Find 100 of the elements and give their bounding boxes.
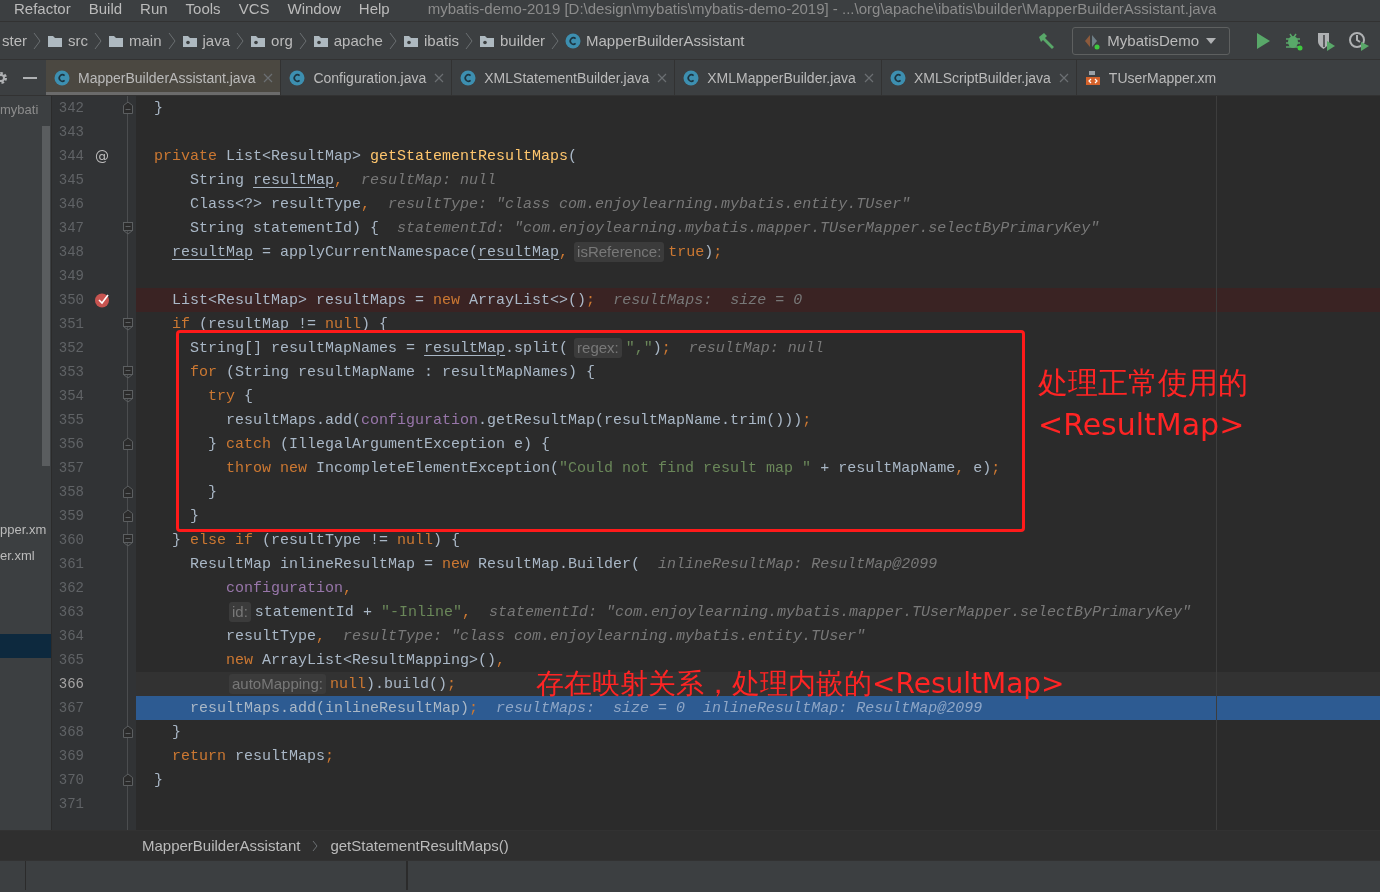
editor-tab[interactable]: XMLMapperBuilder.java xyxy=(675,60,882,95)
fold-icon[interactable] xyxy=(122,389,134,403)
window-title: mybatis-demo-2019 [D:\design\mybatis\mybatis-demo-2019] - ...\org\apache\ibatis\builder\MapperBuilderAssistant.java xyxy=(427,0,1217,18)
breakpoint-icon[interactable] xyxy=(94,292,110,308)
editor-tab[interactable]: TUserMapper.xm xyxy=(1076,60,1224,95)
code-text: } else if (resultType != null) { xyxy=(172,531,461,549)
class-icon xyxy=(460,69,477,86)
breadcrumb-item[interactable]: MapperBuilderAssistant xyxy=(142,837,301,854)
inline-value-hint: resultType: "class com.enjoylearning.mybatis.entity.TUser" xyxy=(388,195,911,213)
override-marker[interactable]: @ xyxy=(95,148,109,164)
code-text: private List<ResultMap> getStatementResultMaps( xyxy=(154,147,578,165)
code-text: } xyxy=(172,723,182,741)
inline-value-hint: inlineResultMap: ResultMap@2099 xyxy=(703,699,983,717)
breadcrumb-item[interactable]: src xyxy=(47,32,88,49)
menu-item[interactable]: Window xyxy=(287,0,341,18)
package-folder-icon xyxy=(312,33,329,48)
run-icon[interactable] xyxy=(1254,31,1272,50)
code-text: String[] resultMapNames = resultMap.split( xyxy=(190,339,569,357)
chevron-icon xyxy=(33,31,41,50)
inline-value-hint: resultMaps: size = 0 xyxy=(496,699,686,717)
editor-tab[interactable]: XMLScriptBuilder.java xyxy=(881,60,1077,95)
menu-item[interactable]: Refactor xyxy=(14,0,71,18)
fold-icon[interactable] xyxy=(122,533,134,547)
parameter-hint: regex: xyxy=(574,338,622,358)
menu-item[interactable]: Help xyxy=(358,0,390,18)
code-text: } xyxy=(154,99,164,117)
code-text: String resultMap, xyxy=(190,171,344,189)
breadcrumb-item[interactable]: org xyxy=(250,32,293,49)
folder-icon xyxy=(108,33,124,48)
chevron-icon xyxy=(551,31,560,50)
breadcrumb-item[interactable]: main xyxy=(108,32,162,49)
package-folder-icon xyxy=(181,33,198,48)
code-text: resultType, xyxy=(226,627,326,645)
code-text: } catch (IllegalArgumentException e) { xyxy=(208,435,551,453)
package-folder-icon xyxy=(250,33,267,48)
fold-icon[interactable] xyxy=(122,365,134,379)
close-icon[interactable] xyxy=(657,72,668,83)
profiler-icon[interactable] xyxy=(1348,30,1370,51)
run-configuration-dropdown[interactable]: MybatisDemo xyxy=(1072,26,1230,55)
menu-item[interactable]: Run xyxy=(140,0,168,18)
close-icon[interactable] xyxy=(263,72,274,83)
code-text: new ArrayList<ResultMapping>(), xyxy=(226,651,506,669)
menu-item[interactable]: VCS xyxy=(238,0,270,18)
chevron-icon xyxy=(298,31,307,50)
inline-value-hint: statementId: "com.enjoylearning.mybatis.mapper.TUserMapper.selectByPrimaryKey" xyxy=(397,219,1100,237)
parameter-hint: id: xyxy=(229,602,251,622)
class-icon xyxy=(683,69,700,86)
annotation-note: 处理正常使用的<ResultMap> xyxy=(1038,364,1249,444)
close-icon[interactable] xyxy=(434,72,445,83)
scrollbar-thumb[interactable] xyxy=(42,126,50,466)
fold-icon[interactable] xyxy=(122,101,134,115)
close-icon[interactable] xyxy=(863,72,874,83)
breadcrumb-item[interactable]: java xyxy=(181,32,231,49)
fold-icon[interactable] xyxy=(122,317,134,331)
code-text: null).build(); xyxy=(329,675,456,693)
breadcrumb-item[interactable]: MapperBuilderAssistant xyxy=(565,32,745,49)
parameter-hint: isReference: xyxy=(574,242,665,262)
fold-icon[interactable] xyxy=(122,437,134,451)
breadcrumb-item[interactable]: getStatementResultMaps() xyxy=(330,837,509,854)
code-text: return resultMaps; xyxy=(172,747,335,765)
fold-icon[interactable] xyxy=(122,509,134,523)
class-icon xyxy=(54,69,70,86)
breadcrumb-item[interactable]: ibatis xyxy=(402,32,459,49)
code-text: resultMaps.add(configuration.getResultMap(resultMapName.trim())); xyxy=(226,411,812,429)
parameter-hint: autoMapping: xyxy=(229,674,326,694)
class-icon xyxy=(289,69,306,86)
inline-value-hint: resultMaps: size = 0 xyxy=(613,291,803,309)
chevron-icon xyxy=(388,31,397,50)
breadcrumb-item[interactable]: ster xyxy=(2,32,27,49)
inline-value-hint: resultType: "class com.enjoylearning.mybatis.entity.TUser" xyxy=(343,627,866,645)
code-text: Class<?> resultType, xyxy=(190,195,371,213)
menu-item[interactable]: Tools xyxy=(185,0,221,18)
fold-icon[interactable] xyxy=(122,725,134,739)
code-text: } xyxy=(154,771,164,789)
fold-icon[interactable] xyxy=(122,221,134,235)
tree-item[interactable]: pper.xm xyxy=(0,521,47,537)
close-icon[interactable] xyxy=(1058,72,1069,83)
hammer-icon[interactable] xyxy=(1036,30,1057,51)
breadcrumb-item[interactable]: builder xyxy=(479,32,546,49)
fold-icon[interactable] xyxy=(122,773,134,787)
code-text: } xyxy=(190,507,200,525)
code-text: List<ResultMap> resultMaps = new ArrayList<>(); xyxy=(172,291,596,309)
menu-item[interactable]: Build xyxy=(88,0,123,18)
coverage-icon[interactable] xyxy=(1316,30,1336,51)
tree-item[interactable]: mybati xyxy=(0,101,39,117)
editor-tab[interactable]: Configuration.java xyxy=(281,60,453,95)
code-text: true); xyxy=(668,243,723,261)
breadcrumb-item[interactable]: apache xyxy=(312,32,383,49)
editor-tab[interactable]: MapperBuilderAssistant.java xyxy=(46,60,282,95)
chevron-icon xyxy=(167,31,176,50)
inline-value-hint: inlineResultMap: ResultMap@2099 xyxy=(658,555,938,573)
code-text: for (String resultMapName : resultMapNames) { xyxy=(190,363,596,381)
fold-icon[interactable] xyxy=(122,485,134,499)
package-folder-icon xyxy=(402,33,419,48)
class-icon xyxy=(889,69,906,86)
code-text: try { xyxy=(208,387,254,405)
editor-tab[interactable]: XMLStatementBuilder.java xyxy=(452,60,676,95)
folder-icon xyxy=(47,33,63,48)
code-text: String statementId) { xyxy=(190,219,380,237)
tree-item[interactable]: er.xml xyxy=(0,547,35,563)
